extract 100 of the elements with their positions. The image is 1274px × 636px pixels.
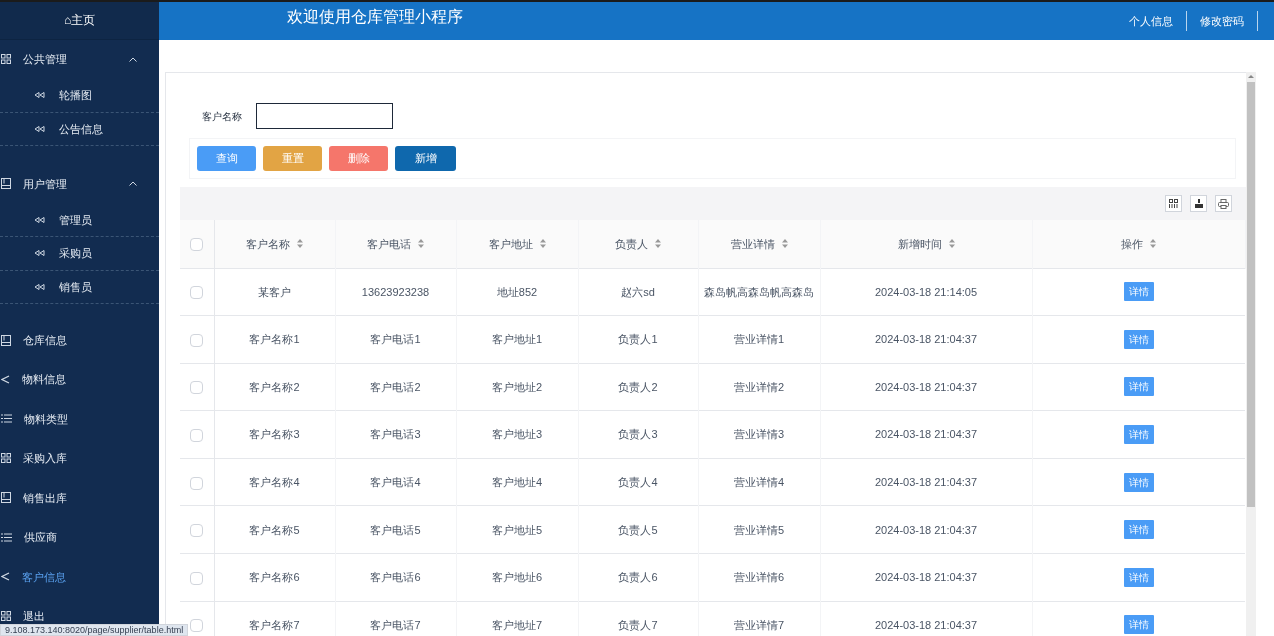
table-cell: 客户电话6 <box>370 571 421 584</box>
table-cell: 营业详情2 <box>733 380 785 393</box>
sidebar-subitem[interactable]: 公告信息 <box>0 112 159 147</box>
row-checkbox[interactable] <box>190 524 204 538</box>
list-icon <box>1 414 12 424</box>
sidebar-item[interactable]: 物料信息 <box>0 359 159 400</box>
grid-icon <box>1 54 11 65</box>
sort-icon[interactable] <box>781 239 788 249</box>
header-link[interactable]: 修改密码 <box>1187 11 1258 31</box>
row-checkbox[interactable] <box>190 476 204 490</box>
row-checkbox[interactable] <box>190 333 204 347</box>
double-left-icon <box>34 216 45 223</box>
select-all-checkbox[interactable] <box>190 238 204 252</box>
column-header[interactable]: 客户电话 <box>367 235 411 252</box>
double-left-icon <box>34 250 45 257</box>
table-cell: 客户地址4 <box>491 475 543 488</box>
share-icon <box>1 374 10 384</box>
sidebar-item[interactable]: 销售出库 <box>0 478 159 518</box>
customer-name-field[interactable] <box>256 103 393 129</box>
sort-icon[interactable] <box>539 239 546 249</box>
sidebar-item[interactable]: 客户信息 <box>0 557 159 597</box>
table-cell: 负责人6 <box>618 571 658 584</box>
print-icon[interactable] <box>1215 195 1232 212</box>
search-label: 客户名称 <box>202 109 242 124</box>
collapse-caret-icon[interactable] <box>129 56 137 62</box>
table-cell: 13623923238 <box>361 285 430 298</box>
double-left-icon <box>34 92 45 99</box>
sidebar-item[interactable]: 公共管理 <box>0 39 159 79</box>
sidebar-item[interactable]: 用户管理 <box>0 164 159 204</box>
table-cell: 客户电话4 <box>370 475 421 488</box>
sidebar-item[interactable]: 物料类型 <box>0 399 159 439</box>
export-icon[interactable] <box>1190 195 1207 212</box>
book-icon <box>1 492 11 504</box>
sidebar-subitem[interactable]: 轮播图 <box>0 79 159 113</box>
sidebar-subitem[interactable]: 管理员 <box>0 203 159 238</box>
app-title: 欢迎使用仓库管理小程序 <box>287 7 464 27</box>
table-cell: 客户地址5 <box>491 523 543 536</box>
table-cell: 营业详情5 <box>733 523 785 536</box>
row-checkbox[interactable] <box>190 619 204 633</box>
scroll-thumb[interactable] <box>1247 82 1255 507</box>
row-checkbox[interactable] <box>190 428 204 442</box>
table-cell: 2024-03-18 21:04:37 <box>874 380 978 393</box>
row-checkbox[interactable] <box>190 381 204 395</box>
table-cell: 客户名称6 <box>249 571 300 584</box>
collapse-caret-icon[interactable] <box>129 181 137 187</box>
scrollbar[interactable] <box>1246 72 1256 636</box>
book-icon <box>1 178 11 190</box>
table-cell: 营业详情3 <box>733 428 785 441</box>
table-cell: 营业详情4 <box>733 475 785 488</box>
table-cell: 负责人5 <box>618 523 658 536</box>
grid-icon <box>1 611 11 622</box>
sort-icon[interactable] <box>655 239 661 249</box>
row-checkbox[interactable] <box>190 571 204 585</box>
sidebar-subitem[interactable]: 采购员 <box>0 237 159 271</box>
table-cell: 负责人3 <box>618 428 658 441</box>
columns-icon[interactable] <box>1165 195 1182 212</box>
sidebar-item[interactable]: 供应商 <box>0 517 159 558</box>
table-cell: 赵六sd <box>621 285 655 298</box>
table-cell: 客户地址7 <box>491 618 543 631</box>
column-header[interactable]: 客户地址 <box>488 235 533 252</box>
table-cell: 负责人1 <box>618 333 658 346</box>
sidebar-subitem[interactable]: 销售员 <box>0 270 159 305</box>
table-cell: 地址852 <box>496 285 538 298</box>
table-cell: 营业详情6 <box>733 571 785 584</box>
grid-icon <box>1 453 11 464</box>
sort-icon[interactable] <box>948 239 955 249</box>
column-header[interactable]: 营业详情 <box>730 235 775 252</box>
table-cell: 客户电话1 <box>370 333 421 346</box>
column-header[interactable]: 操作 <box>1121 235 1143 252</box>
column-header[interactable]: 客户名称 <box>246 235 290 252</box>
list-icon <box>1 532 12 542</box>
column-header[interactable]: 负责人 <box>615 235 648 252</box>
table-cell: 2024-03-18 21:04:37 <box>874 428 978 441</box>
table-cell: 2024-03-18 21:04:37 <box>874 523 978 536</box>
row-checkbox[interactable] <box>190 286 204 300</box>
table-cell: 客户名称1 <box>249 333 300 346</box>
sort-icon[interactable] <box>418 239 424 249</box>
sidebar-item[interactable]: 仓库信息 <box>0 320 159 360</box>
table-cell: 客户电话2 <box>370 380 421 393</box>
table-cell: 客户名称5 <box>249 523 300 536</box>
table-cell: 负责人7 <box>618 618 658 631</box>
home-link[interactable]: ⌂主页 <box>0 2 159 40</box>
table-cell: 客户地址3 <box>491 428 543 441</box>
header-link[interactable]: 个人信息 <box>1116 11 1187 31</box>
table-cell: 负责人2 <box>618 380 658 393</box>
table-cell: 客户名称4 <box>249 475 300 488</box>
table-cell: 森岛帆高森岛帆高森岛 <box>704 285 814 298</box>
table-cell: 客户电话3 <box>370 428 421 441</box>
column-header[interactable]: 新增时间 <box>897 235 942 252</box>
sidebar-item[interactable]: 采购入库 <box>0 438 159 479</box>
double-left-icon <box>34 284 45 290</box>
table-cell: 2024-03-18 21:04:37 <box>874 475 978 488</box>
table-cell: 客户地址1 <box>491 333 543 346</box>
sort-icon[interactable] <box>297 239 303 249</box>
share-icon <box>1 572 10 582</box>
url-tooltip: 9.108.173.140:8020/page/supplier/table.html <box>0 624 189 636</box>
table-cell: 负责人4 <box>618 475 658 488</box>
add-button[interactable]: 新增 <box>395 146 456 171</box>
table-cell: 2024-03-18 21:04:37 <box>874 571 978 584</box>
sort-icon[interactable] <box>1150 239 1156 249</box>
